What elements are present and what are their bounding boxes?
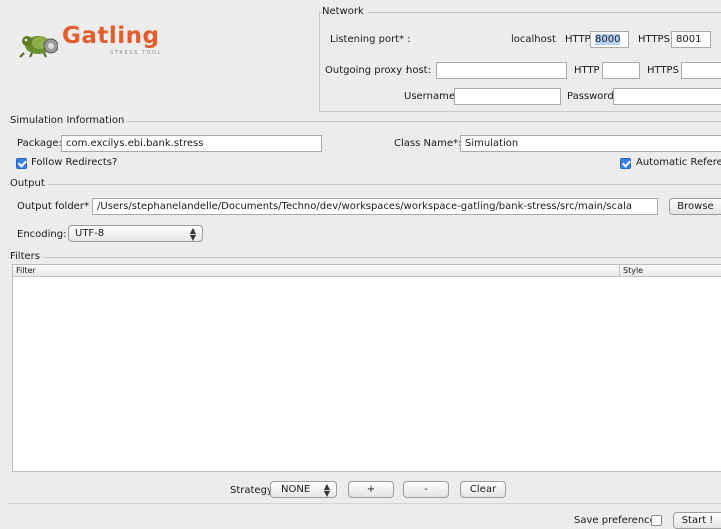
updown-arrows-icon: ▲ ▼ (323, 482, 330, 498)
browse-button[interactable]: Browse (669, 198, 721, 215)
username-label: Username (404, 91, 455, 102)
follow-redirects-label: Follow Redirects? (31, 157, 118, 168)
gatling-logo: Gatling STRESS TOOL (18, 23, 188, 60)
filters-table-header (13, 265, 721, 277)
output-group-border (8, 184, 721, 185)
proxy-http-input[interactable] (602, 62, 640, 79)
automatic-referers-label: Automatic Referers? (636, 157, 721, 168)
strategy-select[interactable]: NONE ▲ ▼ (270, 481, 337, 498)
localhost-label: localhost (511, 34, 556, 45)
http-label: HTTP (565, 34, 591, 45)
output-folder-input[interactable]: /Users/stephanelandelle/Documents/Techno… (92, 198, 658, 215)
logo-tagline: STRESS TOOL (110, 50, 163, 56)
https-port-input[interactable]: 8001 (671, 31, 711, 48)
style-column-header[interactable]: Style (623, 265, 643, 276)
updown-arrows-icon: ▲ ▼ (189, 226, 196, 242)
http-port-input[interactable]: 8000 (590, 31, 629, 48)
simulation-legend: Simulation Information (10, 115, 128, 127)
save-preferences-checkbox[interactable] (651, 515, 662, 526)
filter-column-header[interactable]: Filter (16, 265, 36, 276)
https-label: HTTPS (638, 34, 670, 45)
class-name-input[interactable]: Simulation (460, 135, 721, 152)
remove-filter-button[interactable]: - (403, 481, 449, 498)
clear-filters-button[interactable]: Clear (460, 481, 506, 498)
output-folder-label: Output folder* : (17, 201, 96, 212)
proxy-host-input[interactable] (436, 62, 567, 79)
add-filter-button[interactable]: + (348, 481, 394, 498)
filters-table[interactable]: Filter Style (12, 264, 721, 472)
outgoing-proxy-label: Outgoing proxy : (325, 65, 409, 76)
listening-port-label: Listening port* : (330, 34, 411, 45)
password-input[interactable] (613, 88, 721, 105)
package-input[interactable]: com.excilys.ebi.bank.stress (61, 135, 322, 152)
save-preferences-label: Save preferences (574, 515, 662, 526)
proxy-http-label: HTTP (574, 65, 600, 76)
follow-redirects-checkbox[interactable] (16, 158, 27, 169)
encoding-label: Encoding: (17, 229, 67, 240)
username-input[interactable] (454, 88, 561, 105)
encoding-value: UTF-8 (75, 228, 105, 239)
gatling-mascot-icon (19, 36, 58, 58)
proxy-https-input[interactable] (681, 62, 721, 79)
strategy-label: Strategy (230, 485, 273, 496)
start-button[interactable]: Start ! (673, 512, 721, 529)
class-name-label: Class Name*: (394, 138, 462, 149)
password-label: Password (567, 91, 614, 102)
strategy-value: NONE (281, 484, 311, 495)
proxy-https-label: HTTPS (647, 65, 679, 76)
filters-group-border (8, 257, 721, 258)
proxy-host-label: host: (406, 65, 431, 76)
http-port-value: 8000 (595, 34, 621, 45)
logo-wordmark: Gatling (62, 23, 160, 49)
filters-legend: Filters (10, 251, 43, 263)
network-legend: Network (322, 6, 367, 18)
column-divider (619, 265, 620, 276)
output-legend: Output (10, 178, 48, 190)
package-label: Package: (17, 138, 62, 149)
automatic-referers-checkbox[interactable] (620, 158, 631, 169)
encoding-select[interactable]: UTF-8 ▲ ▼ (68, 225, 203, 242)
footer-divider (8, 503, 721, 504)
